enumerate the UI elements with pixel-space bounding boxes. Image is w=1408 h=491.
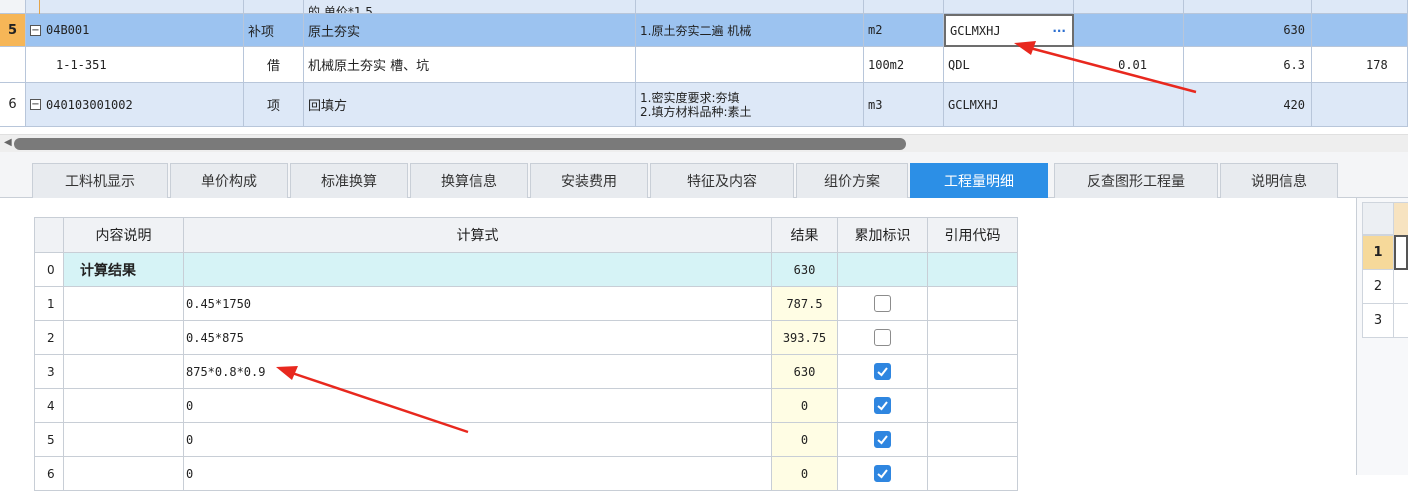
annotation-arrow — [1014, 41, 1197, 94]
annotation-arrows — [276, 41, 1197, 434]
annotation-arrow — [276, 366, 469, 434]
